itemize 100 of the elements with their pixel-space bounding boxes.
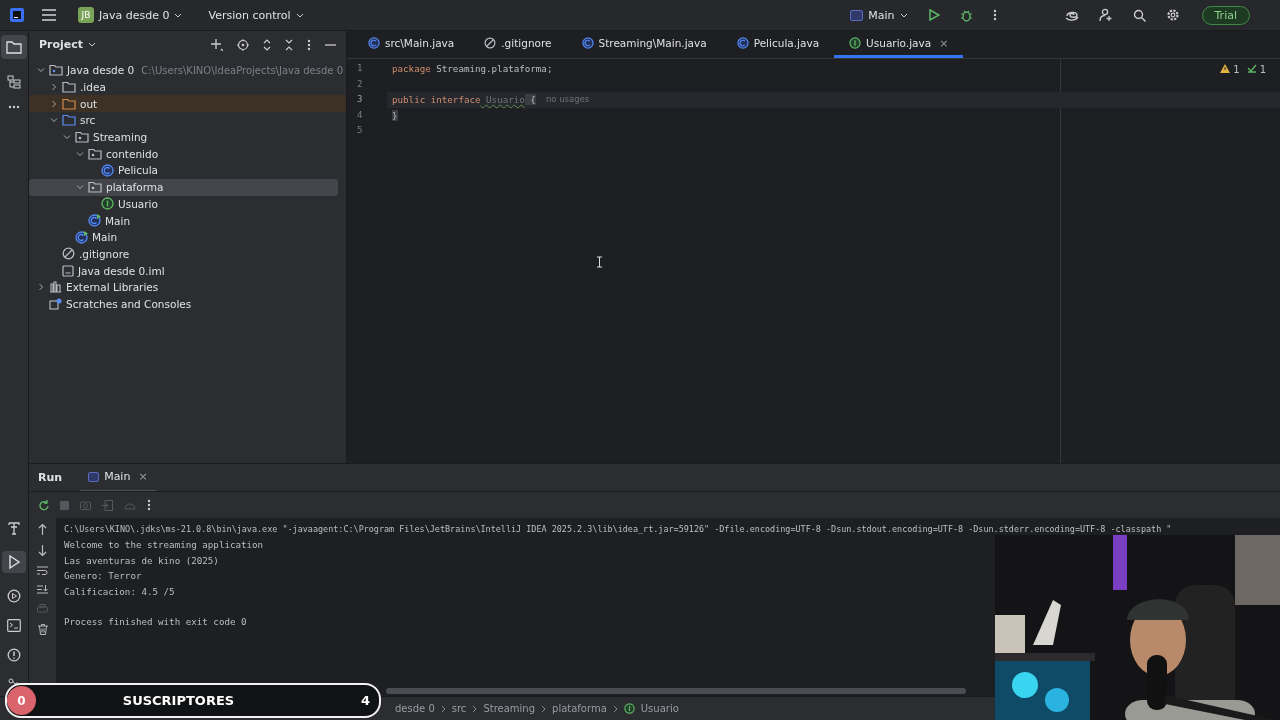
swirl-icon[interactable] — [1064, 9, 1079, 21]
library-icon — [49, 281, 62, 294]
class-icon — [581, 37, 594, 49]
collapse-icon[interactable] — [285, 38, 293, 51]
breadcrumb[interactable]: desde 0 — [395, 703, 435, 714]
app-logo-icon[interactable] — [10, 8, 24, 22]
chevron-down-icon[interactable] — [295, 12, 304, 18]
interface-icon — [623, 703, 635, 714]
console-line: Genero: Terror — [64, 569, 143, 584]
bug-icon[interactable] — [959, 8, 973, 22]
ignored-file-icon — [62, 247, 75, 261]
editor-tab[interactable]: Pelicula.java — [721, 31, 835, 58]
run-configuration-selector[interactable]: Main — [844, 5, 914, 25]
wrap-icon[interactable] — [37, 566, 48, 575]
tree-item[interactable]: contenido — [29, 145, 338, 163]
run-icon[interactable] — [927, 9, 940, 21]
chevron-right-icon — [541, 704, 547, 713]
add-icon[interactable] — [211, 38, 223, 51]
tree-item[interactable]: Main — [29, 212, 338, 229]
code-line: package Streaming.plataforma; — [392, 62, 553, 76]
breadcrumb[interactable]: src — [451, 703, 467, 714]
more-icon[interactable] — [147, 499, 151, 511]
structure-icon[interactable] — [7, 75, 21, 89]
interface-icon — [101, 197, 114, 211]
problems-icon[interactable] — [7, 648, 21, 662]
tree-item[interactable]: .idea — [29, 78, 338, 96]
close-icon[interactable]: × — [138, 470, 148, 483]
scroll-end-icon[interactable] — [37, 585, 48, 594]
menu-icon[interactable] — [42, 9, 56, 21]
chevron-right-icon — [612, 704, 618, 713]
tree-item[interactable]: src — [29, 112, 338, 129]
chevron-right-icon[interactable] — [50, 99, 58, 108]
editor-tab[interactable]: .gitignore — [469, 31, 567, 58]
chevron-down-icon[interactable] — [899, 12, 908, 18]
tree-item[interactable]: .gitignore — [29, 245, 338, 263]
chevron-down-icon[interactable] — [174, 12, 183, 18]
editor-tab[interactable]: src\Main.java — [353, 31, 470, 58]
line-number: 3 — [356, 93, 364, 106]
file-icon — [62, 264, 74, 277]
project-path: C:\Users\KINO\IdeaProjects\Java desde 0 — [141, 64, 343, 76]
trial-badge[interactable]: Trial — [1201, 5, 1250, 25]
project-switcher[interactable]: JB Java desde 0 — [72, 4, 189, 26]
check-count[interactable]: 1 — [1259, 64, 1266, 75]
tree-item[interactable]: Streaming — [29, 128, 338, 146]
console-line: C:\Users\KINO\.jdks\ms-21.0.8\bin\java.exe "-javaagent:C:\Program Files\JetBrains\IntelliJ IDEA 2025.2.3\lib\idea_rt.jar=59126" -Dfile.encoding=UTF-8 -Dsun.stdout.encoding=UTF-8 -Dsun.stderr.encoding=UTF-8 -classpath " — [64, 523, 1173, 536]
rerun-icon[interactable] — [38, 499, 49, 511]
expand-icon[interactable] — [263, 38, 271, 51]
run-tab[interactable]: Main × — [80, 463, 156, 492]
more-icon[interactable] — [992, 9, 997, 21]
console-line: Process finished with exit code 0 — [64, 615, 248, 630]
tree-item[interactable]: out — [29, 95, 346, 113]
add-user-icon[interactable] — [1098, 8, 1113, 22]
class-icon — [368, 37, 380, 49]
tree-item[interactable]: Java desde 0.iml — [29, 262, 338, 279]
breadcrumb[interactable]: Streaming — [483, 703, 536, 714]
subscriber-goal: 4 — [360, 693, 370, 708]
console-line: Las aventuras de kino (2025) — [64, 553, 220, 568]
tree-item[interactable]: External Libraries — [29, 278, 338, 296]
arrow-up-icon[interactable] — [38, 524, 47, 535]
more-icon[interactable] — [307, 38, 311, 51]
project-panel-title[interactable]: Project — [39, 38, 84, 51]
tree-item[interactable]: Pelicula — [29, 162, 338, 179]
tree-item[interactable]: Usuario — [29, 195, 338, 213]
run-panel-title[interactable]: Run — [38, 471, 63, 484]
subscriber-label: SUSCRIPTORES — [121, 693, 236, 708]
breadcrumb[interactable]: Usuario — [640, 703, 679, 714]
chevron-right-icon[interactable] — [37, 283, 45, 292]
breadcrumb[interactable]: plataforma — [552, 703, 607, 714]
terminal-icon[interactable] — [7, 619, 21, 632]
warning-icon[interactable] — [1220, 64, 1231, 73]
trash-icon[interactable] — [37, 624, 48, 635]
close-icon[interactable]: × — [939, 36, 949, 50]
arrow-down-icon[interactable] — [38, 545, 47, 556]
minimize-icon[interactable] — [325, 43, 336, 46]
target-icon[interactable] — [237, 38, 249, 51]
ignored-file-icon — [484, 37, 497, 49]
tree-item[interactable]: Scratches and Consoles — [29, 295, 338, 313]
version-control-menu[interactable]: Version control — [202, 5, 310, 25]
tree-item[interactable]: plataforma — [29, 178, 338, 196]
warning-count[interactable]: 1 — [1233, 64, 1240, 75]
editor-tab[interactable]: Usuario.java × — [834, 31, 964, 58]
settings-icon[interactable] — [1165, 8, 1180, 22]
class-icon — [736, 37, 749, 49]
line-number: 1 — [356, 62, 364, 75]
run-icon[interactable] — [2, 551, 26, 573]
chevron-right-icon[interactable] — [50, 83, 58, 92]
line-number: 2 — [356, 77, 364, 91]
chevron-down-icon[interactable] — [88, 42, 97, 47]
tree-item[interactable]: Main — [29, 228, 338, 246]
line-number: 4 — [356, 108, 364, 122]
editor-tab[interactable]: Streaming\Main.java — [566, 31, 722, 58]
services-icon[interactable] — [7, 589, 21, 603]
chevron-right-icon — [472, 704, 478, 713]
check-icon[interactable] — [1246, 64, 1257, 73]
text-icon[interactable] — [8, 522, 20, 535]
class-icon — [88, 214, 101, 228]
search-icon[interactable] — [1132, 8, 1146, 22]
folder-icon[interactable] — [1, 35, 27, 59]
scrollbar[interactable] — [386, 688, 966, 694]
more-icon[interactable] — [8, 105, 20, 109]
